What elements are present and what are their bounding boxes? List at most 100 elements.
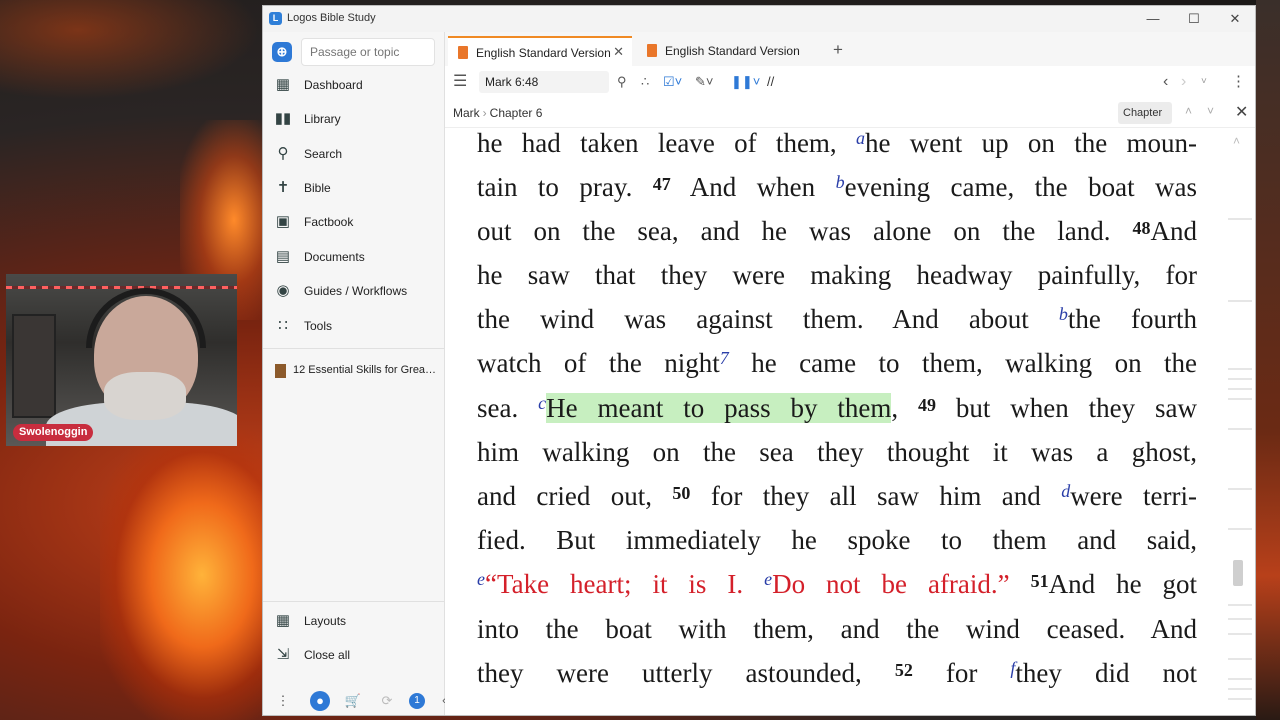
verse-text: him walking on the sea they thought it w…	[477, 437, 1197, 467]
sync-icon[interactable]: ⟳	[377, 691, 397, 711]
text-line: into the boat with them, and the wind ce…	[477, 614, 1197, 654]
words-of-christ: Do not be afraid.”	[772, 569, 1010, 599]
factbook-icon: ▣	[275, 213, 291, 230]
verse-text: the fourth	[1067, 304, 1197, 334]
book-icon	[647, 44, 657, 57]
footnote-marker[interactable]: c	[538, 393, 546, 413]
sidebar-item-factbook[interactable]: ▣ Factbook	[273, 210, 438, 234]
parallel-resources-icon[interactable]: //	[767, 72, 774, 92]
highlighted-text[interactable]: He meant to pass by them	[546, 393, 892, 423]
sidebar-item-label: Factbook	[304, 215, 354, 229]
verse-number[interactable]: 52	[895, 660, 913, 680]
guides-icon: ◉	[276, 282, 290, 299]
sidebar-item-search[interactable]: ⚲ Search	[273, 142, 438, 166]
footnote-marker[interactable]: e	[477, 569, 485, 589]
scroll-tick	[1228, 388, 1252, 390]
verse-number[interactable]: 50	[672, 483, 690, 503]
notification-badge[interactable]: 1	[409, 693, 425, 709]
sidebar-bottom-bar: ⋮ ● 🛒 ⟳ 1 ‹	[263, 686, 446, 715]
verse-text: for they all saw him and	[710, 481, 1041, 511]
passage-search-input[interactable]	[301, 38, 435, 66]
sidebar-item-label: Close all	[304, 648, 351, 662]
sidebar-item-tools[interactable]: ∷ Tools	[273, 314, 438, 338]
sidebar-item-bible[interactable]: ✝ Bible	[273, 176, 438, 200]
panel-menu-icon[interactable]: ☰	[453, 72, 467, 92]
verse-text: And when	[689, 172, 816, 202]
checklist-icon[interactable]: ☑˅	[663, 72, 682, 92]
sidebar-item-label: Library	[304, 112, 341, 126]
add-tab-icon[interactable]: +	[833, 40, 843, 60]
logos-search-icon[interactable]: ⊕	[272, 42, 292, 62]
book-icon	[458, 46, 468, 59]
sidebar-item-close-all[interactable]: ⇲ Close all	[273, 643, 438, 667]
text-line: the wind was against them. And about bth…	[477, 304, 1197, 344]
previous-chapter-icon[interactable]: ˄	[1185, 104, 1192, 118]
text-line: he had taken leave of them, ahe went up …	[477, 128, 1197, 168]
verse-text: out on the sea, and he was alone on the …	[477, 216, 1111, 246]
verse-text: he saw that they were making headway pai…	[477, 260, 1197, 290]
verse-text: And	[1150, 216, 1197, 246]
footnote-marker[interactable]: b	[836, 172, 845, 192]
scroll-tick	[1228, 368, 1252, 370]
verse-text: sea.	[477, 393, 519, 423]
breadcrumb: Mark › Chapter 6 Chapter ˄ ˅ ✕	[445, 98, 1255, 128]
tab-esv-2[interactable]: English Standard Version	[637, 36, 817, 66]
search-icon[interactable]: ⚲	[617, 72, 627, 92]
verse-number[interactable]: 47	[653, 174, 671, 194]
history-dropdown-icon[interactable]: ˅	[1201, 72, 1207, 92]
close-tab-icon[interactable]: ✕	[613, 44, 624, 60]
more-options-icon[interactable]: ⋮	[1231, 72, 1246, 92]
recent-book-item[interactable]: 12 Essential Skills for Grea…	[275, 362, 440, 380]
footnote-marker[interactable]: b	[1059, 304, 1068, 324]
breadcrumb-book[interactable]: Mark	[453, 106, 480, 120]
background-smoke	[0, 0, 260, 100]
scrollbar[interactable]: ˄	[1225, 128, 1255, 715]
account-icon[interactable]: ●	[310, 691, 330, 711]
cart-icon[interactable]: 🛒	[343, 691, 363, 711]
scroll-tick	[1228, 428, 1252, 430]
scroll-tick	[1228, 488, 1252, 490]
verse-number[interactable]: 48	[1133, 218, 1151, 238]
scroll-up-icon[interactable]: ˄	[1233, 134, 1240, 148]
text-line: fied. But immediately he spoke to them a…	[477, 525, 1197, 565]
forward-icon[interactable]: ›	[1181, 72, 1186, 92]
sidebar-item-documents[interactable]: ▤ Documents	[273, 245, 438, 269]
sidebar-item-library[interactable]: ▮▮ Library	[273, 107, 438, 131]
footnote-marker[interactable]: d	[1061, 481, 1070, 501]
verse-text: for	[945, 658, 978, 688]
verse-number[interactable]: 51	[1031, 571, 1049, 591]
close-window-button[interactable]: ✕	[1215, 9, 1255, 29]
tab-esv-1[interactable]: English Standard Version ✕	[448, 36, 632, 66]
verse-number[interactable]: 49	[918, 395, 936, 415]
scroll-tick	[1228, 688, 1252, 690]
scroll-tick	[1228, 604, 1252, 606]
more-icon[interactable]: ⋮	[273, 691, 293, 711]
back-icon[interactable]: ‹	[1163, 72, 1168, 92]
highlighter-icon[interactable]: ✎˅	[695, 72, 713, 92]
sidebar-item-guides[interactable]: ◉ Guides / Workflows	[273, 279, 438, 303]
verse-text: but when they saw	[955, 393, 1197, 423]
verse-text: tain to pray.	[477, 172, 633, 202]
reference-input[interactable]	[479, 71, 609, 93]
logos-app-icon: L	[269, 12, 282, 25]
next-chapter-icon[interactable]: ˅	[1207, 104, 1214, 118]
chapter-select[interactable]: Chapter	[1118, 102, 1172, 124]
visual-filter-icon[interactable]: ∴	[641, 72, 649, 92]
scroll-thumb[interactable]	[1233, 560, 1243, 586]
scroll-tick	[1228, 218, 1252, 220]
close-panel-icon[interactable]: ✕	[1235, 102, 1248, 122]
footnote-marker[interactable]: 7	[720, 348, 729, 368]
footnote-marker[interactable]: a	[856, 128, 865, 148]
sidebar-item-layouts[interactable]: ▦ Layouts	[273, 609, 438, 633]
bible-icon: ✝	[276, 179, 290, 196]
breadcrumb-chapter[interactable]: Chapter 6	[490, 106, 543, 120]
footnote-marker[interactable]: e	[764, 569, 772, 589]
text-line: they were utterly astounded, 52 for fthe…	[477, 658, 1197, 698]
maximize-button[interactable]: ☐	[1174, 9, 1214, 29]
sidebar-item-dashboard[interactable]: ▦ Dashboard	[273, 73, 438, 97]
columns-icon[interactable]: ❚❚˅	[731, 72, 760, 92]
minimize-button[interactable]: —	[1133, 9, 1173, 29]
text-line: him walking on the sea they thought it w…	[477, 437, 1197, 477]
panel-toolbar: ☰ ⚲ ∴ ☑˅ ✎˅ ❚❚˅ // ‹ › ˅ ⋮	[445, 66, 1255, 98]
recent-book-title: 12 Essential Skills for Grea…	[293, 364, 437, 376]
